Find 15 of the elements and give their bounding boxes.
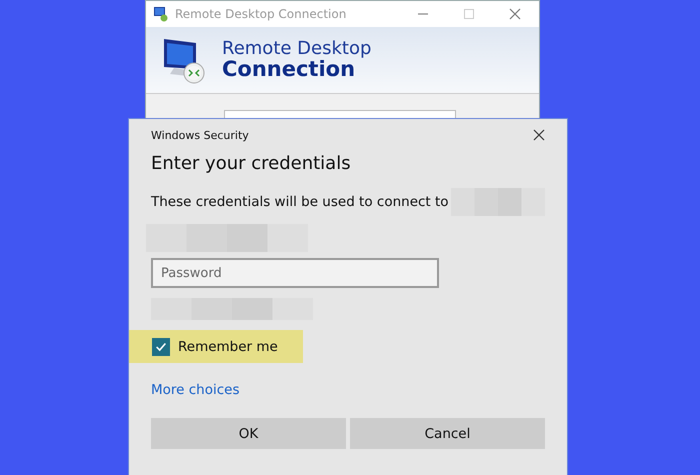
close-icon[interactable]: [509, 8, 521, 20]
cancel-button[interactable]: Cancel: [350, 418, 545, 449]
checkbox[interactable]: [152, 338, 170, 356]
password-field[interactable]: Password: [151, 258, 439, 288]
checkbox-label[interactable]: Remember me: [178, 338, 278, 354]
banner-title: Remote Desktop: [222, 40, 372, 58]
dialog-title: Windows Security: [151, 128, 249, 142]
dialog-heading: Enter your credentials: [151, 153, 352, 174]
ok-button[interactable]: OK: [151, 418, 346, 449]
more-choices-link[interactable]: More choices: [151, 382, 240, 398]
close-icon[interactable]: [533, 129, 545, 141]
message-text: These credentials will be used to connect to: [151, 194, 449, 210]
window-title: Remote Desktop Connection: [175, 7, 348, 21]
banner-title: Connection: [222, 58, 356, 80]
monitor-icon: [153, 6, 169, 22]
